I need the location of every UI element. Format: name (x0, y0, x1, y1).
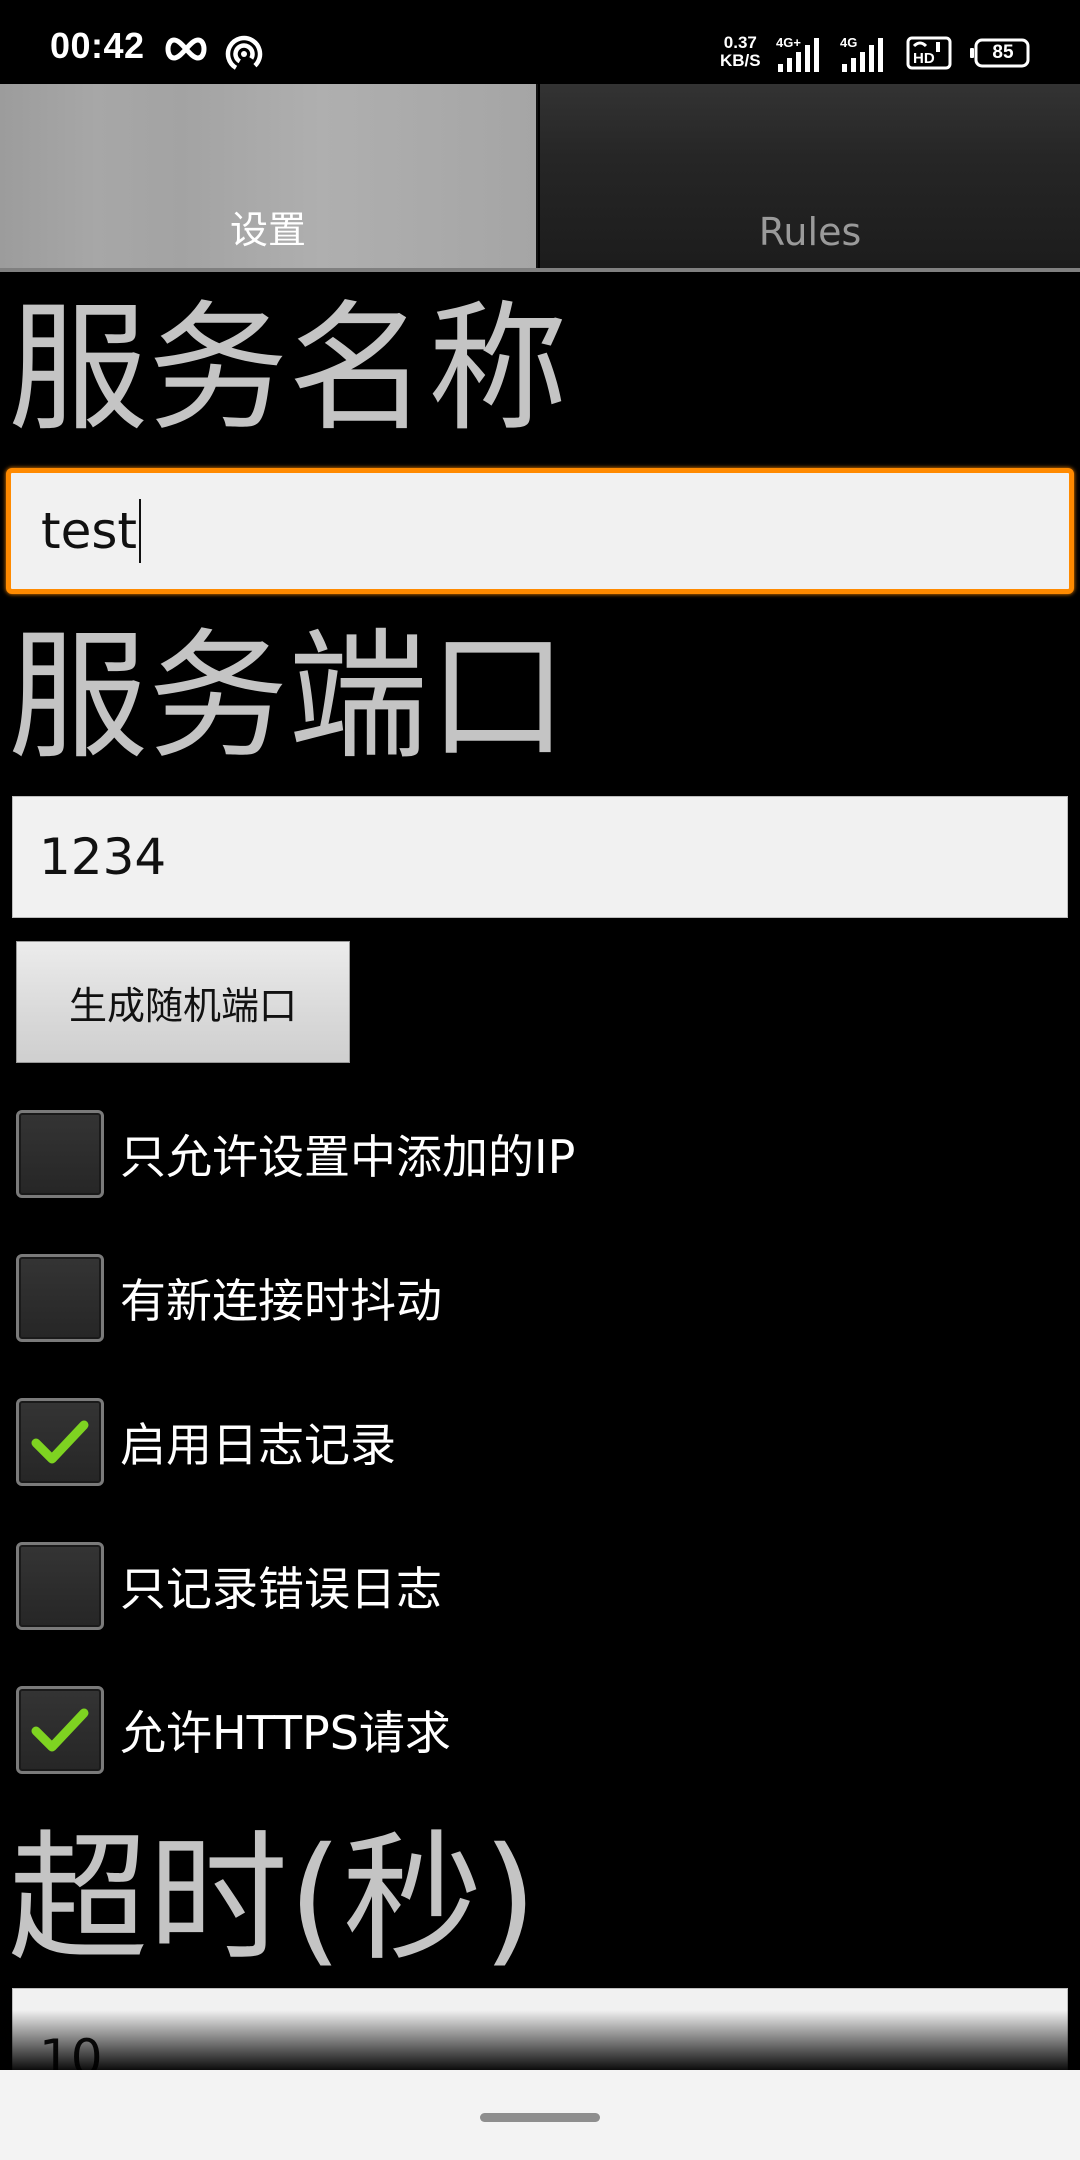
service-name-value: test (41, 502, 138, 560)
allow-https-row[interactable]: 允许HTTPS请求 (16, 1684, 451, 1776)
service-port-input[interactable]: 1234 (12, 796, 1068, 918)
error-log-only-row[interactable]: 只记录错误日志 (16, 1540, 442, 1632)
service-name-input[interactable]: test (6, 468, 1074, 594)
generate-random-port-button[interactable]: 生成随机端口 (16, 941, 350, 1063)
timeout-title: 超时(秒) (8, 1818, 538, 1981)
scroll-fade (0, 2010, 1080, 2070)
allow-listed-ip-only-label: 只允许设置中添加的IP (120, 1130, 576, 1184)
enable-logging-label: 启用日志记录 (120, 1418, 396, 1472)
allow-https-label: 允许HTTPS请求 (120, 1706, 451, 1760)
service-name-title: 服务名称 (8, 288, 569, 451)
allow-listed-ip-only-row[interactable]: 只允许设置中添加的IP (16, 1108, 575, 1200)
tab-settings-label: 设置 (229, 208, 306, 252)
signal-4g-icon: 4G (840, 35, 883, 72)
hd-label: HD (913, 50, 935, 67)
allow-listed-ip-only-checkbox[interactable] (16, 1110, 104, 1198)
check-mark-icon (31, 1708, 89, 1752)
hotspot-icon (225, 35, 263, 73)
status-bar: 00:42 0.37 KB/S 4G+ 4G HD 85 (0, 0, 1080, 84)
signal-4g-plus-icon: 4G+ (776, 35, 819, 72)
vibrate-on-connect-label: 有新连接时抖动 (120, 1274, 442, 1328)
network-speed-unit: KB/S (720, 51, 761, 70)
signal1-label: 4G+ (776, 35, 801, 50)
battery-level: 85 (992, 42, 1014, 63)
enable-logging-row[interactable]: 启用日志记录 (16, 1396, 396, 1488)
service-port-value: 1234 (39, 828, 167, 886)
allow-https-checkbox[interactable] (16, 1686, 104, 1774)
tab-settings[interactable]: 设置 (0, 84, 538, 268)
enable-logging-checkbox[interactable] (16, 1398, 104, 1486)
infinity-icon (165, 37, 207, 61)
error-log-only-checkbox[interactable] (16, 1542, 104, 1630)
text-cursor (139, 499, 142, 563)
error-log-only-label: 只记录错误日志 (120, 1562, 442, 1616)
vibrate-on-connect-row[interactable]: 有新连接时抖动 (16, 1252, 442, 1344)
battery-icon: 85 (970, 38, 1030, 68)
network-speed-value: 0.37 (723, 33, 757, 52)
tab-rules-label: Rules (758, 210, 862, 254)
vibrate-on-connect-checkbox[interactable] (16, 1254, 104, 1342)
tab-bar: 设置 Rules (0, 84, 1080, 272)
signal2-label: 4G (840, 35, 857, 50)
service-port-title: 服务端口 (8, 616, 569, 779)
tab-rules[interactable]: Rules (540, 84, 1080, 268)
home-indicator[interactable] (480, 2113, 600, 2122)
hd-voice-icon: HD (906, 36, 952, 70)
tab-divider (0, 268, 1080, 272)
check-mark-icon (31, 1420, 89, 1464)
navigation-bar (0, 2070, 1080, 2160)
network-speed: 0.37 KB/S (720, 34, 761, 70)
status-time: 00:42 (50, 25, 145, 66)
